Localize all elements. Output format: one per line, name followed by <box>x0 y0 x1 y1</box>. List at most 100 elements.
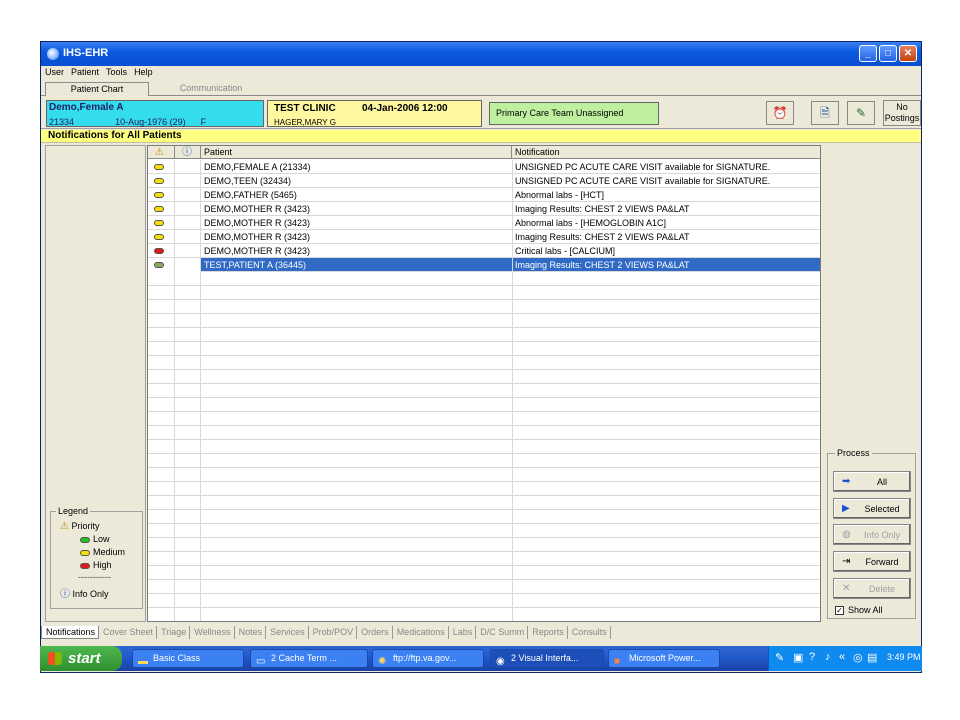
info-column-header[interactable]: ⓘ <box>175 146 201 159</box>
tab-cover-sheet[interactable]: Cover Sheet <box>99 626 158 639</box>
maximize-button[interactable]: □ <box>879 45 897 62</box>
priority-cell <box>148 426 175 440</box>
low-priority-swatch <box>80 536 90 543</box>
legend-separator: ----------- <box>78 572 111 582</box>
report-button[interactable]: 🗎 <box>811 101 839 125</box>
process-info-only-button[interactable]: ◍ Info Only <box>833 524 911 545</box>
table-row[interactable]: DEMO,TEEN (32434) UNSIGNED PC ACUTE CARE … <box>148 174 820 188</box>
tab-orders[interactable]: Orders <box>357 626 393 639</box>
table-row[interactable] <box>148 328 820 342</box>
tab-d-c-summ[interactable]: D/C Summ <box>476 626 529 639</box>
table-row[interactable] <box>148 370 820 384</box>
chevron-left-icon[interactable]: « <box>839 651 845 663</box>
table-row[interactable] <box>148 580 820 594</box>
table-row[interactable] <box>148 552 820 566</box>
tab-patient-chart[interactable]: Patient Chart <box>45 82 149 96</box>
tab-notes[interactable]: Notes <box>235 626 267 639</box>
task-label: Basic Class <box>153 653 201 663</box>
tab-medications[interactable]: Medications <box>393 626 449 639</box>
monitor-icon[interactable]: ▤ <box>867 651 877 664</box>
table-row[interactable] <box>148 566 820 580</box>
menu-user[interactable]: User <box>41 66 67 77</box>
menu-bar: User Patient Tools Help <box>41 66 921 80</box>
column-divider <box>512 202 513 216</box>
clinic-box[interactable]: TEST CLINIC 04-Jan-2006 12:00 HAGER,MARY… <box>267 100 482 127</box>
table-row[interactable] <box>148 342 820 356</box>
care-team-box[interactable]: Primary Care Team Unassigned <box>489 102 659 125</box>
show-all-checkbox[interactable]: ✓ Show All <box>835 605 883 616</box>
tab-services[interactable]: Services <box>266 626 309 639</box>
task-cache-term[interactable]: ▭ 2 Cache Term ... <box>250 649 368 668</box>
table-row[interactable]: DEMO,FATHER (5465) Abnormal labs - [HCT] <box>148 188 820 202</box>
table-row[interactable] <box>148 286 820 300</box>
tab-reports[interactable]: Reports <box>528 626 568 639</box>
tab-labs[interactable]: Labs <box>449 626 477 639</box>
notification-cell: UNSIGNED PC ACUTE CARE VISIT available f… <box>515 162 771 172</box>
table-row[interactable] <box>148 594 820 608</box>
priority-column-header[interactable]: ⚠ <box>148 146 175 159</box>
table-row[interactable] <box>148 454 820 468</box>
patient-column-header[interactable]: Patient <box>201 146 512 159</box>
task-visual-interface[interactable]: ◉ 2 Visual Interfa... <box>490 649 604 668</box>
table-row[interactable] <box>148 538 820 552</box>
table-row[interactable] <box>148 440 820 454</box>
network-icon[interactable]: ▣ <box>793 651 803 664</box>
pass-button[interactable]: ✎ <box>847 101 875 125</box>
process-info-only-label: Info Only <box>863 530 901 540</box>
priority-cell <box>148 524 175 538</box>
priority-cell <box>148 300 175 314</box>
tab-wellness[interactable]: Wellness <box>190 626 235 639</box>
help-icon[interactable]: ? <box>809 651 815 663</box>
delete-button[interactable]: ✕ Delete <box>833 578 911 599</box>
menu-patient[interactable]: Patient <box>67 66 102 77</box>
table-row[interactable] <box>148 468 820 482</box>
security-icon[interactable]: ◎ <box>853 651 863 664</box>
start-label: start <box>68 650 101 667</box>
tab-triage[interactable]: Triage <box>157 626 191 639</box>
tab-notifications[interactable]: Notifications <box>41 626 100 639</box>
notifications-grid[interactable]: ⚠ ⓘ Patient Notification DEMO,FEMALE A (… <box>147 145 821 622</box>
table-row[interactable] <box>148 356 820 370</box>
table-row[interactable]: DEMO,MOTHER R (3423) Imaging Results: CHE… <box>148 202 820 216</box>
table-row[interactable]: DEMO,FEMALE A (21334) UNSIGNED PC ACUTE C… <box>148 160 820 174</box>
process-all-button[interactable]: ➡ All <box>833 471 911 492</box>
close-button[interactable]: ✕ <box>899 45 917 62</box>
start-button[interactable]: start <box>40 646 122 671</box>
info-cell <box>175 496 201 510</box>
table-row[interactable] <box>148 510 820 524</box>
task-basic-class[interactable]: ▬ Basic Class <box>132 649 244 668</box>
table-row[interactable] <box>148 384 820 398</box>
medium-priority-indicator <box>154 192 164 198</box>
patient-box[interactable]: Demo,Female A 21334 10-Aug-1976 (29) F <box>46 100 264 127</box>
table-row[interactable] <box>148 608 820 621</box>
table-row[interactable]: DEMO,MOTHER R (3423) Critical labs - [CAL… <box>148 244 820 258</box>
table-row[interactable] <box>148 496 820 510</box>
table-row[interactable] <box>148 300 820 314</box>
table-row[interactable]: TEST,PATIENT A (36445) Imaging Results: C… <box>148 258 820 272</box>
table-row[interactable] <box>148 398 820 412</box>
menu-help[interactable]: Help <box>130 66 156 77</box>
task-powerpoint[interactable]: ■ Microsoft Power... <box>608 649 720 668</box>
table-row[interactable]: DEMO,MOTHER R (3423) Abnormal labs - [HEM… <box>148 216 820 230</box>
process-selected-button[interactable]: ▶ Selected <box>833 498 911 519</box>
table-row[interactable] <box>148 524 820 538</box>
speaker-icon[interactable]: ♪ <box>825 651 831 663</box>
alarm-clock-button[interactable]: ⏰ <box>766 101 794 125</box>
table-row[interactable]: DEMO,MOTHER R (3423) Imaging Results: CHE… <box>148 230 820 244</box>
table-row[interactable] <box>148 412 820 426</box>
pen-icon[interactable]: ✎ <box>775 651 784 664</box>
tab-consults[interactable]: Consults <box>568 626 611 639</box>
menu-tools[interactable]: Tools <box>102 66 130 77</box>
title-bar[interactable]: IHS-EHR _ □ ✕ <box>41 42 921 66</box>
notification-column-header[interactable]: Notification <box>512 146 820 159</box>
table-row[interactable] <box>148 426 820 440</box>
task-ftp[interactable]: ✺ ftp://ftp.va.gov... <box>372 649 484 668</box>
tab-communication[interactable]: Communication <box>163 82 259 96</box>
tab-prob-pov[interactable]: Prob/POV <box>309 626 358 639</box>
table-row[interactable] <box>148 272 820 286</box>
minimize-button[interactable]: _ <box>859 45 877 62</box>
postings-button[interactable]: No Postings <box>883 100 921 126</box>
forward-button[interactable]: ⇥ Forward <box>833 551 911 572</box>
table-row[interactable] <box>148 314 820 328</box>
table-row[interactable] <box>148 482 820 496</box>
